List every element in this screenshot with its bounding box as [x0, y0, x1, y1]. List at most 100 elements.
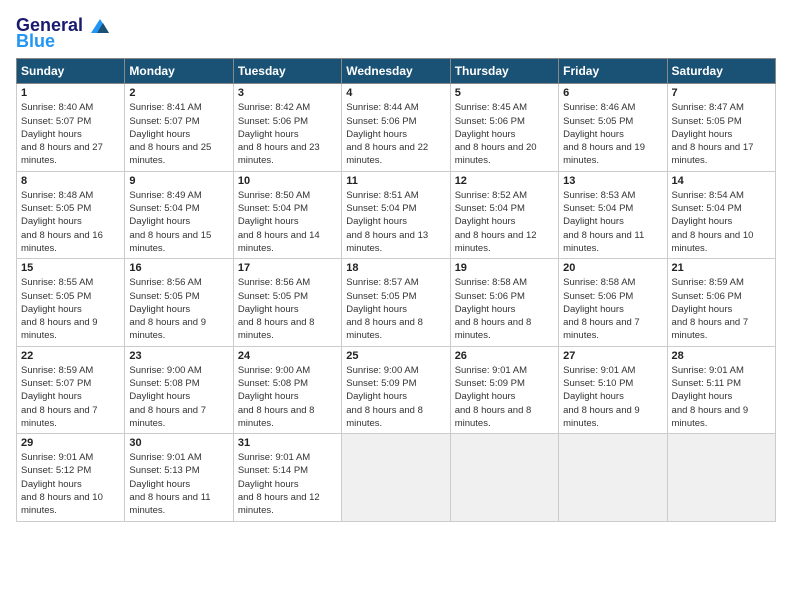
calendar-cell: 9 Sunrise: 8:49 AMSunset: 5:04 PMDayligh…	[125, 171, 233, 258]
cell-text: Sunrise: 9:01 AMSunset: 5:14 PMDaylight …	[238, 452, 320, 516]
calendar-cell: 15 Sunrise: 8:55 AMSunset: 5:05 PMDaylig…	[17, 259, 125, 346]
logo: General Blue	[16, 16, 111, 52]
cell-text: Sunrise: 8:56 AMSunset: 5:05 PMDaylight …	[129, 277, 206, 341]
calendar-header-row: SundayMondayTuesdayWednesdayThursdayFrid…	[17, 59, 776, 84]
day-number: 21	[672, 262, 771, 274]
cell-text: Sunrise: 9:01 AMSunset: 5:09 PMDaylight …	[455, 365, 532, 429]
calendar-cell: 26 Sunrise: 9:01 AMSunset: 5:09 PMDaylig…	[450, 346, 558, 433]
calendar-cell: 1 Sunrise: 8:40 AMSunset: 5:07 PMDayligh…	[17, 84, 125, 171]
day-number: 26	[455, 350, 554, 362]
cell-text: Sunrise: 9:00 AMSunset: 5:08 PMDaylight …	[129, 365, 206, 429]
calendar-cell: 24 Sunrise: 9:00 AMSunset: 5:08 PMDaylig…	[233, 346, 341, 433]
cell-text: Sunrise: 8:56 AMSunset: 5:05 PMDaylight …	[238, 277, 315, 341]
day-number: 4	[346, 87, 445, 99]
day-number: 29	[21, 437, 120, 449]
logo-blue: Blue	[16, 31, 55, 52]
cell-text: Sunrise: 8:53 AMSunset: 5:04 PMDaylight …	[563, 190, 644, 254]
calendar-week-row: 8 Sunrise: 8:48 AMSunset: 5:05 PMDayligh…	[17, 171, 776, 258]
day-number: 28	[672, 350, 771, 362]
calendar-cell: 5 Sunrise: 8:45 AMSunset: 5:06 PMDayligh…	[450, 84, 558, 171]
day-number: 30	[129, 437, 228, 449]
day-number: 2	[129, 87, 228, 99]
cell-text: Sunrise: 8:58 AMSunset: 5:06 PMDaylight …	[455, 277, 532, 341]
cell-text: Sunrise: 8:46 AMSunset: 5:05 PMDaylight …	[563, 102, 645, 166]
calendar-body: 1 Sunrise: 8:40 AMSunset: 5:07 PMDayligh…	[17, 84, 776, 521]
header: General Blue	[16, 16, 776, 52]
cell-text: Sunrise: 8:50 AMSunset: 5:04 PMDaylight …	[238, 190, 320, 254]
calendar-cell: 23 Sunrise: 9:00 AMSunset: 5:08 PMDaylig…	[125, 346, 233, 433]
calendar-week-row: 15 Sunrise: 8:55 AMSunset: 5:05 PMDaylig…	[17, 259, 776, 346]
calendar-week-row: 22 Sunrise: 8:59 AMSunset: 5:07 PMDaylig…	[17, 346, 776, 433]
cell-text: Sunrise: 9:01 AMSunset: 5:10 PMDaylight …	[563, 365, 640, 429]
cell-text: Sunrise: 8:42 AMSunset: 5:06 PMDaylight …	[238, 102, 320, 166]
calendar-cell: 22 Sunrise: 8:59 AMSunset: 5:07 PMDaylig…	[17, 346, 125, 433]
calendar-cell	[559, 434, 667, 521]
calendar-table: SundayMondayTuesdayWednesdayThursdayFrid…	[16, 58, 776, 521]
calendar-cell	[450, 434, 558, 521]
cell-text: Sunrise: 8:59 AMSunset: 5:06 PMDaylight …	[672, 277, 749, 341]
calendar-cell: 16 Sunrise: 8:56 AMSunset: 5:05 PMDaylig…	[125, 259, 233, 346]
cell-text: Sunrise: 8:52 AMSunset: 5:04 PMDaylight …	[455, 190, 537, 254]
cell-text: Sunrise: 8:49 AMSunset: 5:04 PMDaylight …	[129, 190, 211, 254]
day-number: 14	[672, 175, 771, 187]
calendar-cell: 3 Sunrise: 8:42 AMSunset: 5:06 PMDayligh…	[233, 84, 341, 171]
day-number: 7	[672, 87, 771, 99]
cell-text: Sunrise: 9:00 AMSunset: 5:09 PMDaylight …	[346, 365, 423, 429]
calendar-cell: 7 Sunrise: 8:47 AMSunset: 5:05 PMDayligh…	[667, 84, 775, 171]
calendar-cell	[667, 434, 775, 521]
cell-text: Sunrise: 8:55 AMSunset: 5:05 PMDaylight …	[21, 277, 98, 341]
calendar-cell: 8 Sunrise: 8:48 AMSunset: 5:05 PMDayligh…	[17, 171, 125, 258]
calendar-cell: 18 Sunrise: 8:57 AMSunset: 5:05 PMDaylig…	[342, 259, 450, 346]
day-number: 16	[129, 262, 228, 274]
day-number: 31	[238, 437, 337, 449]
calendar-cell: 29 Sunrise: 9:01 AMSunset: 5:12 PMDaylig…	[17, 434, 125, 521]
cell-text: Sunrise: 8:41 AMSunset: 5:07 PMDaylight …	[129, 102, 211, 166]
cell-text: Sunrise: 8:45 AMSunset: 5:06 PMDaylight …	[455, 102, 537, 166]
day-number: 15	[21, 262, 120, 274]
day-number: 3	[238, 87, 337, 99]
cell-text: Sunrise: 8:51 AMSunset: 5:04 PMDaylight …	[346, 190, 428, 254]
day-number: 23	[129, 350, 228, 362]
cell-text: Sunrise: 9:01 AMSunset: 5:11 PMDaylight …	[672, 365, 749, 429]
day-number: 18	[346, 262, 445, 274]
cell-text: Sunrise: 9:01 AMSunset: 5:13 PMDaylight …	[129, 452, 210, 516]
calendar-week-row: 29 Sunrise: 9:01 AMSunset: 5:12 PMDaylig…	[17, 434, 776, 521]
calendar-cell: 2 Sunrise: 8:41 AMSunset: 5:07 PMDayligh…	[125, 84, 233, 171]
cell-text: Sunrise: 8:40 AMSunset: 5:07 PMDaylight …	[21, 102, 103, 166]
calendar-cell: 13 Sunrise: 8:53 AMSunset: 5:04 PMDaylig…	[559, 171, 667, 258]
day-number: 27	[563, 350, 662, 362]
calendar-week-row: 1 Sunrise: 8:40 AMSunset: 5:07 PMDayligh…	[17, 84, 776, 171]
cell-text: Sunrise: 9:01 AMSunset: 5:12 PMDaylight …	[21, 452, 103, 516]
calendar-cell: 19 Sunrise: 8:58 AMSunset: 5:06 PMDaylig…	[450, 259, 558, 346]
cell-text: Sunrise: 8:54 AMSunset: 5:04 PMDaylight …	[672, 190, 754, 254]
day-number: 8	[21, 175, 120, 187]
day-number: 20	[563, 262, 662, 274]
calendar-cell	[342, 434, 450, 521]
day-header-saturday: Saturday	[667, 59, 775, 84]
calendar-cell: 30 Sunrise: 9:01 AMSunset: 5:13 PMDaylig…	[125, 434, 233, 521]
day-number: 11	[346, 175, 445, 187]
cell-text: Sunrise: 8:47 AMSunset: 5:05 PMDaylight …	[672, 102, 754, 166]
cell-text: Sunrise: 8:59 AMSunset: 5:07 PMDaylight …	[21, 365, 98, 429]
calendar-cell: 27 Sunrise: 9:01 AMSunset: 5:10 PMDaylig…	[559, 346, 667, 433]
calendar-cell: 31 Sunrise: 9:01 AMSunset: 5:14 PMDaylig…	[233, 434, 341, 521]
cell-text: Sunrise: 8:58 AMSunset: 5:06 PMDaylight …	[563, 277, 640, 341]
calendar-cell: 28 Sunrise: 9:01 AMSunset: 5:11 PMDaylig…	[667, 346, 775, 433]
calendar-container: General Blue SundayMondayTuesdayWednesda…	[0, 0, 792, 612]
day-number: 12	[455, 175, 554, 187]
cell-text: Sunrise: 8:48 AMSunset: 5:05 PMDaylight …	[21, 190, 103, 254]
day-header-thursday: Thursday	[450, 59, 558, 84]
cell-text: Sunrise: 8:44 AMSunset: 5:06 PMDaylight …	[346, 102, 428, 166]
calendar-cell: 11 Sunrise: 8:51 AMSunset: 5:04 PMDaylig…	[342, 171, 450, 258]
day-number: 5	[455, 87, 554, 99]
logo-icon	[89, 17, 111, 35]
day-header-tuesday: Tuesday	[233, 59, 341, 84]
calendar-cell: 25 Sunrise: 9:00 AMSunset: 5:09 PMDaylig…	[342, 346, 450, 433]
calendar-cell: 14 Sunrise: 8:54 AMSunset: 5:04 PMDaylig…	[667, 171, 775, 258]
cell-text: Sunrise: 9:00 AMSunset: 5:08 PMDaylight …	[238, 365, 315, 429]
calendar-cell: 12 Sunrise: 8:52 AMSunset: 5:04 PMDaylig…	[450, 171, 558, 258]
day-header-friday: Friday	[559, 59, 667, 84]
day-number: 19	[455, 262, 554, 274]
day-number: 22	[21, 350, 120, 362]
calendar-cell: 21 Sunrise: 8:59 AMSunset: 5:06 PMDaylig…	[667, 259, 775, 346]
